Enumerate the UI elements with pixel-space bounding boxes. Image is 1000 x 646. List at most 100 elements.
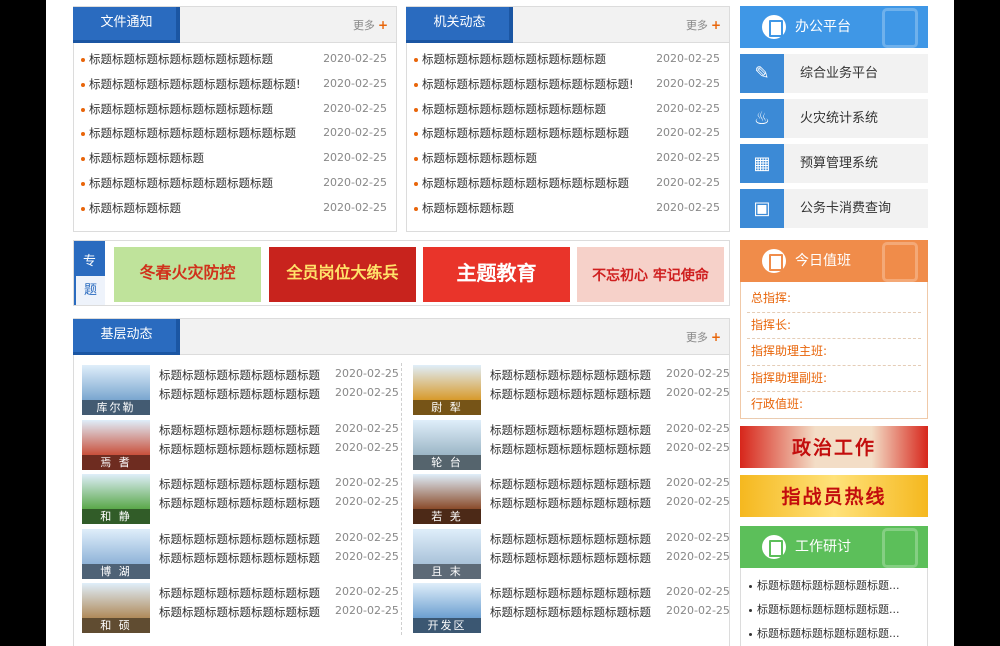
news-date: 2020-02-25 [656,101,720,115]
news-title-link[interactable]: 标题标题标题标题标题 [89,151,204,165]
news-title-link[interactable]: 标题标题标题标题标题标题标题 [159,496,320,510]
research-list: 标题标题标题标题标题标题... 标题标题标题标题标题标题... 标题标题标题标题标题… [740,568,928,646]
news-title-link[interactable]: 标题标题标题标题标题标题标题 [159,477,320,491]
news-title-link[interactable]: 标题标题标题标题标题标题标题 [159,551,320,565]
news-title-link[interactable]: 标题标题标题标题标题标题标题 [159,387,320,401]
list-item: 标题标题标题标题 2020-02-25 [74,196,396,221]
grassroots-thumbnail[interactable]: 和 硕 [82,583,150,633]
topic-banner-training[interactable]: 全员岗位大练兵 [269,247,416,302]
tab-grassroots[interactable]: 基层动态 [73,319,180,355]
news-title-link[interactable]: 标题标题标题标题标题标题标题标题 [89,176,273,190]
list-item: 标题标题标题标题标题 2020-02-25 [407,146,729,171]
news-title-link[interactable]: 标题标题标题标题标题标题标题 [490,442,651,456]
topic-banner-education[interactable]: 主题教育 [423,247,570,302]
news-title-link[interactable]: 标题标题标题标题标题标题标题标题标题! [89,77,301,91]
news-date: 2020-02-25 [666,367,730,380]
news-title-link[interactable]: 标题标题标题标题标题标题标题标题 [422,102,606,116]
tab-org-news[interactable]: 机关动态 [406,7,513,43]
system-link[interactable]: ♨ 火灾统计系统 [740,99,928,138]
grassroots-news-row: 标题标题标题标题标题标题标题 2020-02-25 [159,585,399,601]
grassroots-thumbnail[interactable]: 和 静 [82,474,150,524]
plus-icon: + [710,330,721,344]
document-icon [762,535,786,559]
grassroots-thumbnail[interactable]: 焉 耆 [82,419,150,470]
grassroots-item: 轮 台标题标题标题标题标题标题标题 2020-02-25 标题标题标题标题标题标题标… [413,419,730,470]
topic-banner-mission[interactable]: 不忘初心 牢记使命 [577,247,724,302]
news-title-link[interactable]: 标题标题标题标题标题标题标题 [159,605,320,619]
news-title-link[interactable]: 标题标题标题标题标题标题标题 [159,368,320,382]
grassroots-thumbnail[interactable]: 若 羌 [413,474,481,524]
news-title-link[interactable]: 标题标题标题标题标题标题标题标题标题 [422,126,629,140]
grassroots-more-link[interactable]: 更多 + [686,329,721,345]
grassroots-news-row: 标题标题标题标题标题标题标题 2020-02-25 [159,531,399,547]
grassroots-news-row: 标题标题标题标题标题标题标题 2020-02-25 [159,476,399,492]
banner-text: 政治工作 [791,437,876,459]
grassroots-item: 库尔勒 标题标题标题标题标题标题标题 2020-02-25 标题标题标题标题标题标题标… [82,365,399,415]
topic-banner-fire-prevention[interactable]: 冬春火灾防控 [114,247,261,302]
grassroots-header: 基层动态 更多 + [73,319,729,355]
duty-row: 总指挥: [747,286,921,313]
org-news-more-link[interactable]: 更多 + [686,17,721,33]
news-title-link[interactable]: 标题标题标题标题标题标题标题 [490,586,651,600]
system-label: 预算管理系统 [800,156,879,171]
grassroots-thumbnail[interactable]: 轮 台 [413,419,481,470]
system-link[interactable]: ▣ 公务卡消费查询 [740,189,928,228]
office-block: 办公平台 ✎ 综合业务平台 ♨ 火灾统计系统 ▦ 预算管理系统 ▣ 公务卡消费查询 [740,6,928,228]
news-title-link[interactable]: 标题标题标题标题标题标题标题 [490,496,651,510]
hotline-banner[interactable]: 指战员热线 [740,475,928,517]
news-title-link[interactable]: 标题标题标题标题标题标题标题 [159,423,320,437]
grassroots-thumbnail[interactable]: 库尔勒 [82,365,150,415]
news-title-link[interactable]: 标题标题标题标题标题标题标题 [490,532,651,546]
grassroots-panel: 基层动态 更多 + 库尔勒 标题标题标题标题标题标题标题 2020-02-25 标题标题… [73,318,730,646]
research-item[interactable]: 标题标题标题标题标题标题... [741,598,927,622]
news-title-link[interactable]: 标题标题标题标题标题标题标题标题标题 [89,126,296,140]
grassroots-news-row: 标题标题标题标题标题标题标题 2020-02-25 [159,422,399,438]
system-label: 火灾统计系统 [800,111,879,126]
news-title-link[interactable]: 标题标题标题标题标题标题标题 [490,477,651,491]
grassroots-news-row: 标题标题标题标题标题标题标题 2020-02-25 [490,367,730,383]
duty-list: 总指挥: 指挥长: 指挥助理主班: 指挥助理副班: 行政值班: [740,282,928,419]
duty-row: 指挥长: [747,313,921,339]
system-link[interactable]: ✎ 综合业务平台 [740,54,928,93]
news-date: 2020-02-25 [335,549,399,563]
list-item: 标题标题标题标题标题标题标题标题 2020-02-25 [407,47,729,72]
news-title-link[interactable]: 标题标题标题标题标题标题标题标题标题 [422,176,629,190]
news-title-link[interactable]: 标题标题标题标题标题标题标题标题 [422,52,606,66]
news-title-link[interactable]: 标题标题标题标题标题标题标题 [159,442,320,456]
news-title-link[interactable]: 标题标题标题标题标题标题标题 [490,551,651,565]
news-date: 2020-02-25 [323,175,387,189]
news-title-link[interactable]: 标题标题标题标题标题 [422,151,537,165]
news-title-link[interactable]: 标题标题标题标题标题标题标题 [490,605,651,619]
news-title-link[interactable]: 标题标题标题标题标题标题标题标题标题! [422,77,634,91]
news-title-link[interactable]: 标题标题标题标题标题标题标题 [490,423,651,437]
stamp-icon: ▦ [740,144,784,183]
news-date: 2020-02-25 [666,476,730,489]
plus-icon: + [377,18,388,32]
research-item[interactable]: 标题标题标题标题标题标题... [741,622,927,646]
news-date: 2020-02-25 [666,421,730,435]
list-item: 标题标题标题标题标题标题标题标题 2020-02-25 [74,97,396,122]
grassroots-thumbnail[interactable]: 开发区 [413,583,481,633]
list-item: 标题标题标题标题标题标题标题标题标题 2020-02-25 [74,121,396,146]
tab-notice[interactable]: 文件通知 [73,7,180,43]
news-date: 2020-02-25 [666,604,730,617]
system-link[interactable]: ▦ 预算管理系统 [740,144,928,183]
politics-work-banner[interactable]: 政治工作 [740,426,928,468]
grassroots-thumbnail[interactable]: 博 湖 [82,528,150,579]
news-title-link[interactable]: 标题标题标题标题标题标题标题 [490,368,651,382]
news-date: 2020-02-25 [335,585,399,598]
news-title-link[interactable]: 标题标题标题标题标题标题标题 [490,387,651,401]
sidebar: 办公平台 ✎ 综合业务平台 ♨ 火灾统计系统 ▦ 预算管理系统 ▣ 公务卡消费查询 今日值班 … [740,0,928,646]
grassroots-thumbnail[interactable]: 且 末 [413,528,481,579]
news-title-link[interactable]: 标题标题标题标题标题标题标题标题 [89,52,273,66]
news-title-link[interactable]: 标题标题标题标题标题标题标题 [159,532,320,546]
grassroots-thumbnail[interactable]: 尉 犁 [413,365,481,415]
news-title-link[interactable]: 标题标题标题标题标题标题标题 [159,586,320,600]
grassroots-item: 若 羌标题标题标题标题标题标题标题 2020-02-25 标题标题标题标题标题标题标… [413,474,730,524]
research-item[interactable]: 标题标题标题标题标题标题... [741,574,927,598]
notice-more-link[interactable]: 更多 + [353,17,388,33]
news-title-link[interactable]: 标题标题标题标题标题标题标题标题 [89,102,273,116]
news-title-link[interactable]: 标题标题标题标题 [422,201,514,215]
thumbnail-caption: 若 羌 [413,509,481,524]
news-title-link[interactable]: 标题标题标题标题 [89,201,181,215]
